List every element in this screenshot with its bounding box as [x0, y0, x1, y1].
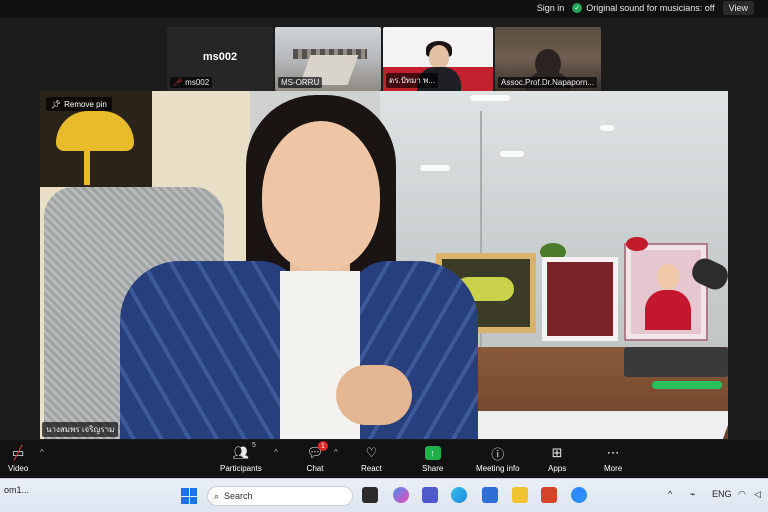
- remove-pin-button[interactable]: 📌︎ Remove pin: [46, 97, 112, 111]
- speaker-jacket: [120, 261, 300, 439]
- desk-box: [624, 347, 728, 377]
- chat-badge: 1: [318, 441, 328, 451]
- sign-in-link[interactable]: Sign in: [537, 3, 565, 13]
- thumbnail-name-tag: Assoc.Prof.Dr.Napaporn...: [498, 77, 597, 88]
- copilot-icon[interactable]: [393, 487, 409, 503]
- tray-chevron-icon[interactable]: ^: [668, 489, 672, 499]
- portrait-frame: [624, 243, 708, 341]
- thumbnail-ms-orru[interactable]: MS-ORRU: [275, 27, 381, 91]
- original-sound-toggle[interactable]: ✓ Original sound for musicians: off: [572, 3, 715, 13]
- thumbnail-ms002[interactable]: ms002 🎤︎ ms002: [167, 27, 273, 91]
- main-video[interactable]: 📌︎ Remove pin นางสมพร เจริญราม: [40, 91, 728, 439]
- edge-icon[interactable]: [451, 487, 467, 503]
- view-label: View: [728, 3, 748, 13]
- golden-lotus: [56, 111, 134, 151]
- meeting-controls: ▭ ╱ Video ^ 👥︎ 5 Participants ^ 💬︎ 1 Chat ^…: [0, 440, 768, 478]
- speaker-name-tag: นางสมพร เจริญราม: [42, 422, 119, 437]
- taskbar-search[interactable]: ⌕ Search: [207, 486, 353, 506]
- participants-button[interactable]: 👥︎ 5 Participants: [220, 442, 262, 473]
- chat-options-caret[interactable]: ^: [334, 448, 338, 457]
- thumbnail-participant-4[interactable]: Assoc.Prof.Dr.Napaporn...: [495, 27, 601, 91]
- more-dots-icon: ⋯: [606, 445, 620, 460]
- view-button[interactable]: View: [722, 1, 754, 15]
- meeting-info-button[interactable]: ⓘ Meeting info: [476, 444, 520, 474]
- react-button[interactable]: ♡ React: [361, 444, 382, 473]
- zoom-app-icon[interactable]: [571, 487, 587, 503]
- chat-icon: 💬︎ 1: [306, 441, 328, 462]
- ceiling-light: [500, 151, 524, 157]
- share-arrow-icon: ↑: [424, 446, 441, 460]
- original-sound-label: Original sound for musicians: off: [586, 3, 715, 13]
- taskbar-left-text: om1...: [4, 485, 30, 495]
- video-off-icon: ▭ ╱: [12, 445, 25, 460]
- pin-icon: 📌︎: [51, 99, 62, 109]
- speaker-hands: [336, 365, 412, 425]
- red-ribbon-bow: [626, 237, 648, 251]
- wifi-icon[interactable]: ◠: [738, 489, 746, 500]
- teams-icon[interactable]: [422, 487, 438, 503]
- heart-icon: ♡: [365, 445, 378, 460]
- windows-start-icon[interactable]: [181, 488, 197, 504]
- thumbnail-name-tag: ดร.ปัทมา พ...: [386, 73, 438, 88]
- participant-face: [429, 45, 449, 69]
- top-bar: Sign in ✓ Original sound for musicians: …: [0, 0, 768, 18]
- papers: [444, 411, 728, 439]
- task-view-icon[interactable]: [362, 487, 378, 503]
- volume-icon[interactable]: ◁: [754, 489, 761, 500]
- apps-icon: ⊞: [551, 445, 563, 460]
- network-icon[interactable]: ⌁: [690, 489, 695, 500]
- chat-button[interactable]: 💬︎ 1 Chat: [306, 441, 328, 473]
- thumbnail-name-tag: 🎤︎ ms002: [170, 77, 213, 88]
- ceiling-light: [420, 165, 450, 171]
- search-placeholder: Search: [224, 491, 253, 501]
- thumbnail-placeholder-name: ms002: [202, 51, 238, 63]
- golden-stem: [84, 151, 90, 185]
- picture-frame: [542, 257, 618, 341]
- search-icon: ⌕: [214, 490, 220, 501]
- windows-taskbar: om1... ⌕ Search ^ ⌁ ENG ◠ ◁: [0, 478, 768, 512]
- apps-button[interactable]: ⊞ Apps: [548, 444, 566, 473]
- video-options-caret[interactable]: ^: [40, 448, 44, 457]
- language-indicator[interactable]: ENG: [712, 489, 732, 499]
- zoom-window: Sign in ✓ Original sound for musicians: …: [0, 0, 768, 512]
- store-icon[interactable]: [482, 487, 498, 503]
- participants-options-caret[interactable]: ^: [274, 448, 278, 457]
- remove-pin-label: Remove pin: [64, 99, 107, 109]
- top-bar-right: Sign in ✓ Original sound for musicians: …: [537, 0, 754, 16]
- speaker-face: [262, 121, 380, 271]
- check-shield-icon: ✓: [572, 3, 583, 13]
- highlighter-pen: [652, 381, 722, 389]
- file-explorer-icon[interactable]: [512, 487, 528, 503]
- powerpoint-icon[interactable]: [541, 487, 557, 503]
- more-button[interactable]: ⋯ More: [604, 444, 622, 473]
- ceiling-light: [470, 95, 510, 101]
- participants-icon: 👥︎ 5: [232, 442, 256, 460]
- thumbnail-participant-3[interactable]: ดร.ปัทมา พ...: [383, 27, 493, 91]
- share-button[interactable]: ↑ Share: [422, 444, 443, 473]
- ceiling-light: [600, 125, 614, 131]
- participant-thumbnail-strip: ms002 🎤︎ ms002 MS-ORRU ดร.ปัทมา พ... Asso…: [167, 27, 601, 91]
- video-button[interactable]: ▭ ╱ Video: [8, 444, 28, 473]
- mic-off-icon: 🎤︎: [173, 78, 184, 87]
- thumbnail-name-tag: MS-ORRU: [278, 77, 323, 88]
- info-icon: ⓘ: [491, 446, 505, 462]
